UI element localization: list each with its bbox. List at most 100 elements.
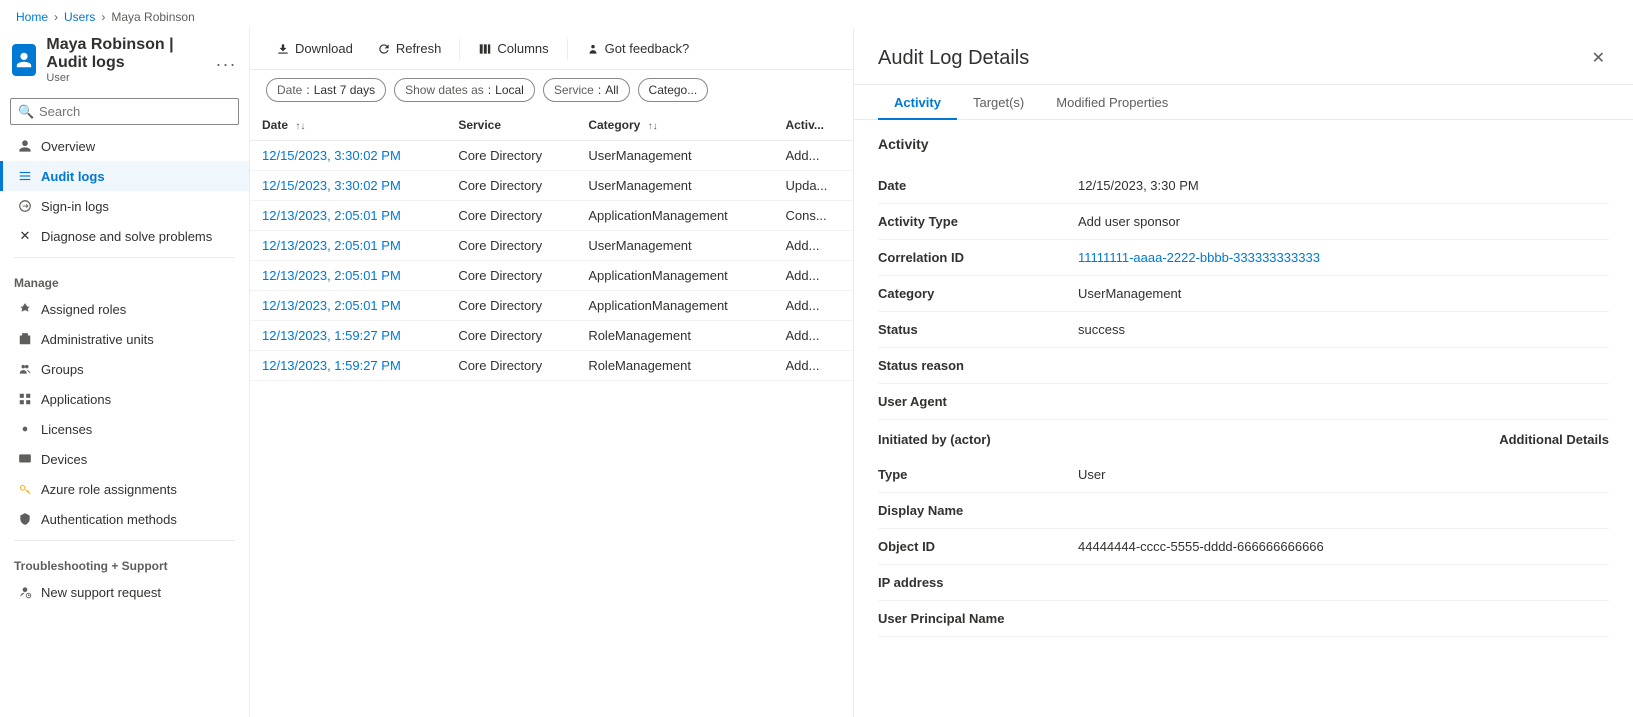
detail-row-category: Category UserManagement [878, 276, 1609, 312]
table-row[interactable]: 12/15/2023, 3:30:02 PM Core Directory Us… [250, 171, 853, 201]
sidebar-item-audit-logs[interactable]: Audit logs [0, 161, 249, 191]
date-link[interactable]: 12/13/2023, 2:05:01 PM [262, 238, 401, 253]
manage-section-label: Manage [0, 264, 249, 294]
sidebar-item-overview[interactable]: Overview [0, 131, 249, 161]
date-filter-chip[interactable]: Date : Last 7 days [266, 78, 386, 102]
panel-section-title: Activity [878, 136, 1609, 152]
show-dates-filter-chip[interactable]: Show dates as : Local [394, 78, 535, 102]
refresh-button[interactable]: Refresh [367, 36, 452, 61]
table-row[interactable]: 12/13/2023, 2:05:01 PM Core Directory Ap… [250, 201, 853, 231]
tab-activity[interactable]: Activity [878, 85, 957, 120]
table-row[interactable]: 12/13/2023, 2:05:01 PM Core Directory Us… [250, 231, 853, 261]
table-row[interactable]: 12/13/2023, 1:59:27 PM Core Directory Ro… [250, 351, 853, 381]
sidebar-item-label: Azure role assignments [41, 482, 177, 497]
panel-content: Activity Date 12/15/2023, 3:30 PM Activi… [854, 120, 1633, 717]
tab-targets[interactable]: Target(s) [957, 85, 1040, 120]
list-icon [17, 168, 33, 184]
detail-row-status-reason: Status reason [878, 348, 1609, 384]
date-filter-label: Date [277, 83, 302, 97]
filters-bar: Date : Last 7 days Show dates as : Local… [250, 70, 853, 110]
detail-value-date: 12/15/2023, 3:30 PM [1078, 178, 1609, 193]
detail-value-status: success [1078, 322, 1609, 337]
table-row[interactable]: 12/15/2023, 3:30:02 PM Core Directory Us… [250, 141, 853, 171]
cell-activity: Add... [773, 351, 853, 381]
detail-label: Correlation ID [878, 250, 1078, 265]
toolbar: Download Refresh Columns Got feedback? [250, 28, 853, 70]
detail-label: Status reason [878, 358, 1078, 373]
search-input[interactable] [10, 98, 239, 125]
sidebar-item-new-support[interactable]: New support request [0, 577, 249, 607]
person-support-icon [17, 584, 33, 600]
detail-row-correlation-id: Correlation ID 11111111-aaaa-2222-bbbb-3… [878, 240, 1609, 276]
tab-modified-properties[interactable]: Modified Properties [1040, 85, 1184, 120]
detail-row-upn: User Principal Name [878, 601, 1609, 637]
audit-log-table: Date ↑↓ Service Category ↑↓ Activ... [250, 110, 853, 381]
panel-title: Audit Log Details [878, 47, 1029, 70]
toolbar-divider-2 [567, 39, 568, 59]
more-options-button[interactable]: ... [216, 50, 237, 71]
additional-details-link[interactable]: Additional Details [1499, 432, 1609, 447]
columns-button[interactable]: Columns [468, 36, 558, 61]
detail-value-type: User [1078, 467, 1609, 482]
date-link[interactable]: 12/13/2023, 2:05:01 PM [262, 298, 401, 313]
sidebar-item-assigned-roles[interactable]: Assigned roles [0, 294, 249, 324]
download-button[interactable]: Download [266, 36, 363, 61]
license-icon [17, 421, 33, 437]
sidebar-item-admin-units[interactable]: Administrative units [0, 324, 249, 354]
sidebar-item-azure-roles[interactable]: Azure role assignments [0, 474, 249, 504]
key-icon [17, 481, 33, 497]
feedback-button[interactable]: Got feedback? [576, 36, 700, 61]
nav-divider [14, 257, 235, 258]
device-icon [17, 451, 33, 467]
initiated-label: Initiated by (actor) [878, 432, 991, 447]
cell-date: 12/15/2023, 3:30:02 PM [250, 141, 446, 171]
date-link[interactable]: 12/13/2023, 2:05:01 PM [262, 208, 401, 223]
panel-close-button[interactable]: ✕ [1588, 44, 1609, 72]
sidebar-item-applications[interactable]: Applications [0, 384, 249, 414]
breadcrumb-users[interactable]: Users [64, 10, 95, 24]
category-filter-chip[interactable]: Catego... [638, 78, 709, 102]
cell-category: UserManagement [576, 141, 773, 171]
table-row[interactable]: 12/13/2023, 2:05:01 PM Core Directory Ap… [250, 291, 853, 321]
sidebar-item-sign-in-logs[interactable]: Sign-in logs [0, 191, 249, 221]
detail-value-category: UserManagement [1078, 286, 1609, 301]
sidebar-item-diagnose[interactable]: ✕ Diagnose and solve problems [0, 221, 249, 251]
table-row[interactable]: 12/13/2023, 1:59:27 PM Core Directory Ro… [250, 321, 853, 351]
cell-activity: Add... [773, 321, 853, 351]
detail-label: Activity Type [878, 214, 1078, 229]
sidebar-item-groups[interactable]: Groups [0, 354, 249, 384]
sidebar-item-licenses[interactable]: Licenses [0, 414, 249, 444]
service-filter-label: Service [554, 83, 594, 97]
sidebar-item-label: Audit logs [41, 169, 105, 184]
initiated-header: Initiated by (actor) Additional Details [878, 420, 1609, 457]
cell-activity: Add... [773, 141, 853, 171]
show-dates-filter-value: Local [495, 83, 524, 97]
columns-label: Columns [497, 41, 548, 56]
cell-service: Core Directory [446, 261, 576, 291]
feedback-label: Got feedback? [605, 41, 690, 56]
audit-log-details-panel: Audit Log Details ✕ Activity Target(s) M… [853, 28, 1633, 717]
toolbar-divider [459, 39, 460, 59]
detail-value-correlation-id[interactable]: 11111111-aaaa-2222-bbbb-333333333333 [1078, 250, 1609, 265]
date-link[interactable]: 12/13/2023, 1:59:27 PM [262, 328, 401, 343]
download-label: Download [295, 41, 353, 56]
detail-row-date: Date 12/15/2023, 3:30 PM [878, 168, 1609, 204]
date-link[interactable]: 12/15/2023, 3:30:02 PM [262, 148, 401, 163]
cell-date: 12/13/2023, 2:05:01 PM [250, 231, 446, 261]
breadcrumb-home[interactable]: Home [16, 10, 48, 24]
date-link[interactable]: 12/13/2023, 2:05:01 PM [262, 268, 401, 283]
detail-label: User Agent [878, 394, 1078, 409]
search-icon: 🔍 [18, 104, 34, 120]
sidebar-item-auth-methods[interactable]: Authentication methods [0, 504, 249, 534]
cell-activity: Add... [773, 231, 853, 261]
service-filter-value: All [605, 83, 618, 97]
date-link[interactable]: 12/15/2023, 3:30:02 PM [262, 178, 401, 193]
sidebar-item-label: Diagnose and solve problems [41, 229, 212, 244]
shield-icon [17, 511, 33, 527]
service-filter-chip[interactable]: Service : All [543, 78, 630, 102]
sidebar-item-devices[interactable]: Devices [0, 444, 249, 474]
detail-row-display-name: Display Name [878, 493, 1609, 529]
table-row[interactable]: 12/13/2023, 2:05:01 PM Core Directory Ap… [250, 261, 853, 291]
date-link[interactable]: 12/13/2023, 1:59:27 PM [262, 358, 401, 373]
cell-date: 12/15/2023, 3:30:02 PM [250, 171, 446, 201]
